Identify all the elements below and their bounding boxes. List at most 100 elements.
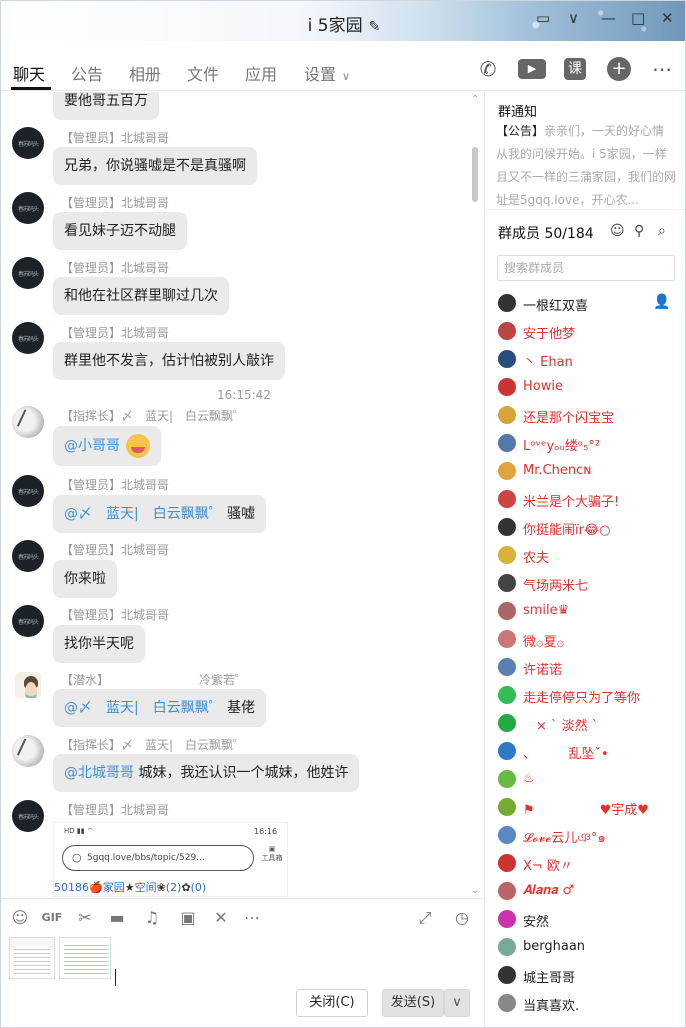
- member-item[interactable]: 农夫: [498, 545, 684, 567]
- mention-text[interactable]: @〆 蓝天| 白云飘飘゜: [64, 700, 223, 716]
- avatar[interactable]: 春苏码头: [12, 605, 44, 637]
- close-button[interactable]: 关闭(C): [296, 989, 368, 1017]
- sender-name[interactable]: 【管理员】北城哥哥: [61, 606, 169, 623]
- shared-screenshot[interactable]: HD ▮▮ ⌔ 16:16 5gqq.love/bbs/topic/529...…: [53, 822, 288, 897]
- member-name: 安然: [523, 915, 550, 930]
- sender-name[interactable]: 【管理员】北城哥哥: [61, 801, 169, 818]
- video-call-icon[interactable]: ▶: [518, 59, 546, 79]
- image-icon[interactable]: ▣: [177, 907, 199, 929]
- mute-bell-icon[interactable]: ✕: [210, 907, 232, 929]
- member-item[interactable]: 当真喜欢.: [498, 993, 684, 1015]
- member-search-input[interactable]: 搜索群成员: [497, 255, 675, 281]
- send-options-dropdown[interactable]: ∨: [444, 989, 470, 1017]
- sender-name[interactable]: 【管理员】北城哥哥: [61, 259, 169, 276]
- member-item[interactable]: Howie: [498, 377, 684, 399]
- avatar[interactable]: 春苏码头: [12, 127, 44, 159]
- close-notice-icon[interactable]: ⌃: [471, 94, 479, 105]
- collapse-icon[interactable]: ∨: [568, 9, 579, 27]
- folder-icon[interactable]: ▬: [106, 907, 128, 929]
- member-item[interactable]: 安于他梦: [498, 321, 684, 343]
- tab-settings[interactable]: 设置 ∨: [304, 61, 350, 85]
- chat-scrollbar[interactable]: [472, 147, 478, 202]
- group-notice[interactable]: 【公告】亲亲们，一天的好心情从我的问候开始。i 5家园，一样且又不一样的三蒲家园…: [496, 120, 676, 212]
- member-item[interactable]: 一根红双喜 👤: [498, 293, 684, 315]
- avatar[interactable]: [15, 672, 41, 698]
- avatar[interactable]: [12, 406, 44, 438]
- member-item[interactable]: 气场两米七: [498, 573, 684, 595]
- minimize-button[interactable]: —: [601, 9, 616, 27]
- message-input-area[interactable]: ☺ GIF ✂ ▬ ♫ ▣ ✕ ⋯ ⤢ ◷ 关闭(C) 发送(S) ∨: [1, 898, 484, 1027]
- member-name: berghaan: [523, 939, 586, 954]
- member-item[interactable]: 还是那个闪宝宝: [498, 405, 684, 427]
- send-button[interactable]: 发送(S): [382, 989, 444, 1017]
- avatar[interactable]: 春苏码头: [12, 192, 44, 224]
- member-item[interactable]: 𝑨𝒍𝒂𝒏𝒂 ♂: [498, 881, 684, 903]
- sender-name[interactable]: 【管理员】北城哥哥: [61, 194, 169, 211]
- avatar[interactable]: 春苏码头: [12, 322, 44, 354]
- expand-icon[interactable]: ⤢: [414, 907, 436, 929]
- tab-files[interactable]: 文件: [187, 61, 219, 85]
- member-item[interactable]: 安然: [498, 909, 684, 931]
- attached-image-thumbnail[interactable]: [9, 937, 55, 979]
- member-item[interactable]: Mr.Chenᴄɴ: [498, 461, 684, 483]
- avatar[interactable]: [12, 735, 44, 767]
- member-item[interactable]: 城主哥哥: [498, 965, 684, 987]
- member-item[interactable]: Lᵒᵛᵉyₒᵤ缕ᵒ₅°²: [498, 433, 684, 455]
- more-icon[interactable]: ⋯: [649, 56, 675, 82]
- scissors-icon[interactable]: ✂: [74, 907, 96, 929]
- tab-album[interactable]: 相册: [129, 61, 161, 85]
- member-item[interactable]: 许诺诺: [498, 657, 684, 679]
- member-item[interactable]: smile♛: [498, 601, 684, 623]
- member-name: ♨: [523, 771, 535, 786]
- music-icon[interactable]: ♫: [141, 907, 163, 929]
- mention-text[interactable]: @小哥哥: [64, 438, 120, 454]
- skin-icon[interactable]: ▭: [536, 9, 550, 27]
- sender-name[interactable]: 【指挥长】〆 蓝天| 白云飘飘゜: [61, 407, 245, 424]
- sender-name[interactable]: 【潜水】 冷紫若゜: [61, 671, 247, 688]
- phone-call-icon[interactable]: ✆: [475, 56, 501, 82]
- avatar[interactable]: 春苏码头: [12, 540, 44, 572]
- avatar[interactable]: 春苏码头: [12, 257, 44, 289]
- search-icon[interactable]: ⌕: [658, 223, 666, 239]
- member-name: 安于他梦: [523, 327, 576, 342]
- shared-footer: 50186🍎家园★空间❀(2)✿(0): [54, 879, 206, 895]
- member-item[interactable]: 、 乱坠ˇ•: [498, 741, 684, 763]
- member-item[interactable]: 米兰是个大骗子!: [498, 489, 684, 511]
- member-item[interactable]: 𝓛𝓸𝓿𝓮云儿ঞ°๑: [498, 825, 684, 847]
- sender-name[interactable]: 【管理员】北城哥哥: [61, 324, 169, 341]
- member-item[interactable]: X¬ 欧〃: [498, 853, 684, 875]
- chat-history[interactable]: ⌃ 要他哥五百万 春苏码头 【管理员】北城哥哥 兄弟，你说骚嘘是不是真骚啊 春苏…: [1, 92, 484, 898]
- add-icon[interactable]: +: [607, 57, 631, 81]
- sender-name[interactable]: 【管理员】北城哥哥: [61, 129, 169, 146]
- member-item[interactable]: ♨: [498, 769, 684, 791]
- close-window-button[interactable]: ✕: [661, 9, 674, 27]
- scroll-down-icon[interactable]: ⌄: [471, 885, 479, 896]
- avatar[interactable]: 春苏码头: [12, 475, 44, 507]
- member-item[interactable]: 你挺能闹ïr😂○: [498, 517, 684, 539]
- emoji-icon[interactable]: ☺: [9, 907, 31, 929]
- mention-text[interactable]: @〆 蓝天| 白云飘飘゜: [64, 506, 223, 522]
- avatar[interactable]: 春苏码头: [12, 800, 44, 832]
- more-tools-icon[interactable]: ⋯: [241, 907, 263, 929]
- tab-announcement[interactable]: 公告: [71, 61, 103, 85]
- member-item[interactable]: berghaan: [498, 937, 684, 959]
- history-icon[interactable]: ◷: [451, 907, 473, 929]
- edit-name-icon[interactable]: ✎: [369, 19, 381, 35]
- sender-name[interactable]: 【管理员】北城哥哥: [61, 476, 169, 493]
- tab-chat[interactable]: 聊天: [13, 61, 45, 85]
- member-item[interactable]: 微۞夏۞: [498, 629, 684, 651]
- sender-name[interactable]: 【管理员】北城哥哥: [61, 541, 169, 558]
- member-item[interactable]: 丶 Ehan: [498, 349, 684, 371]
- mention-text[interactable]: @北城哥哥: [64, 765, 134, 781]
- maximize-button[interactable]: □: [631, 9, 645, 27]
- attached-image-thumbnail[interactable]: [59, 937, 111, 979]
- add-member-icon[interactable]: ⚲: [634, 223, 644, 239]
- manage-members-icon[interactable]: ☺: [610, 223, 625, 239]
- class-icon[interactable]: 课: [564, 58, 586, 80]
- member-item[interactable]: 走走停停只为了等你: [498, 685, 684, 707]
- member-item[interactable]: ⚑ ♥宇成♥: [498, 797, 684, 819]
- gif-icon[interactable]: GIF: [39, 907, 65, 929]
- tab-apps[interactable]: 应用: [245, 61, 277, 85]
- member-item[interactable]: × ` 淡然 `: [498, 713, 684, 735]
- sender-name[interactable]: 【指挥长】〆 蓝天| 白云飘飘゜: [61, 736, 245, 753]
